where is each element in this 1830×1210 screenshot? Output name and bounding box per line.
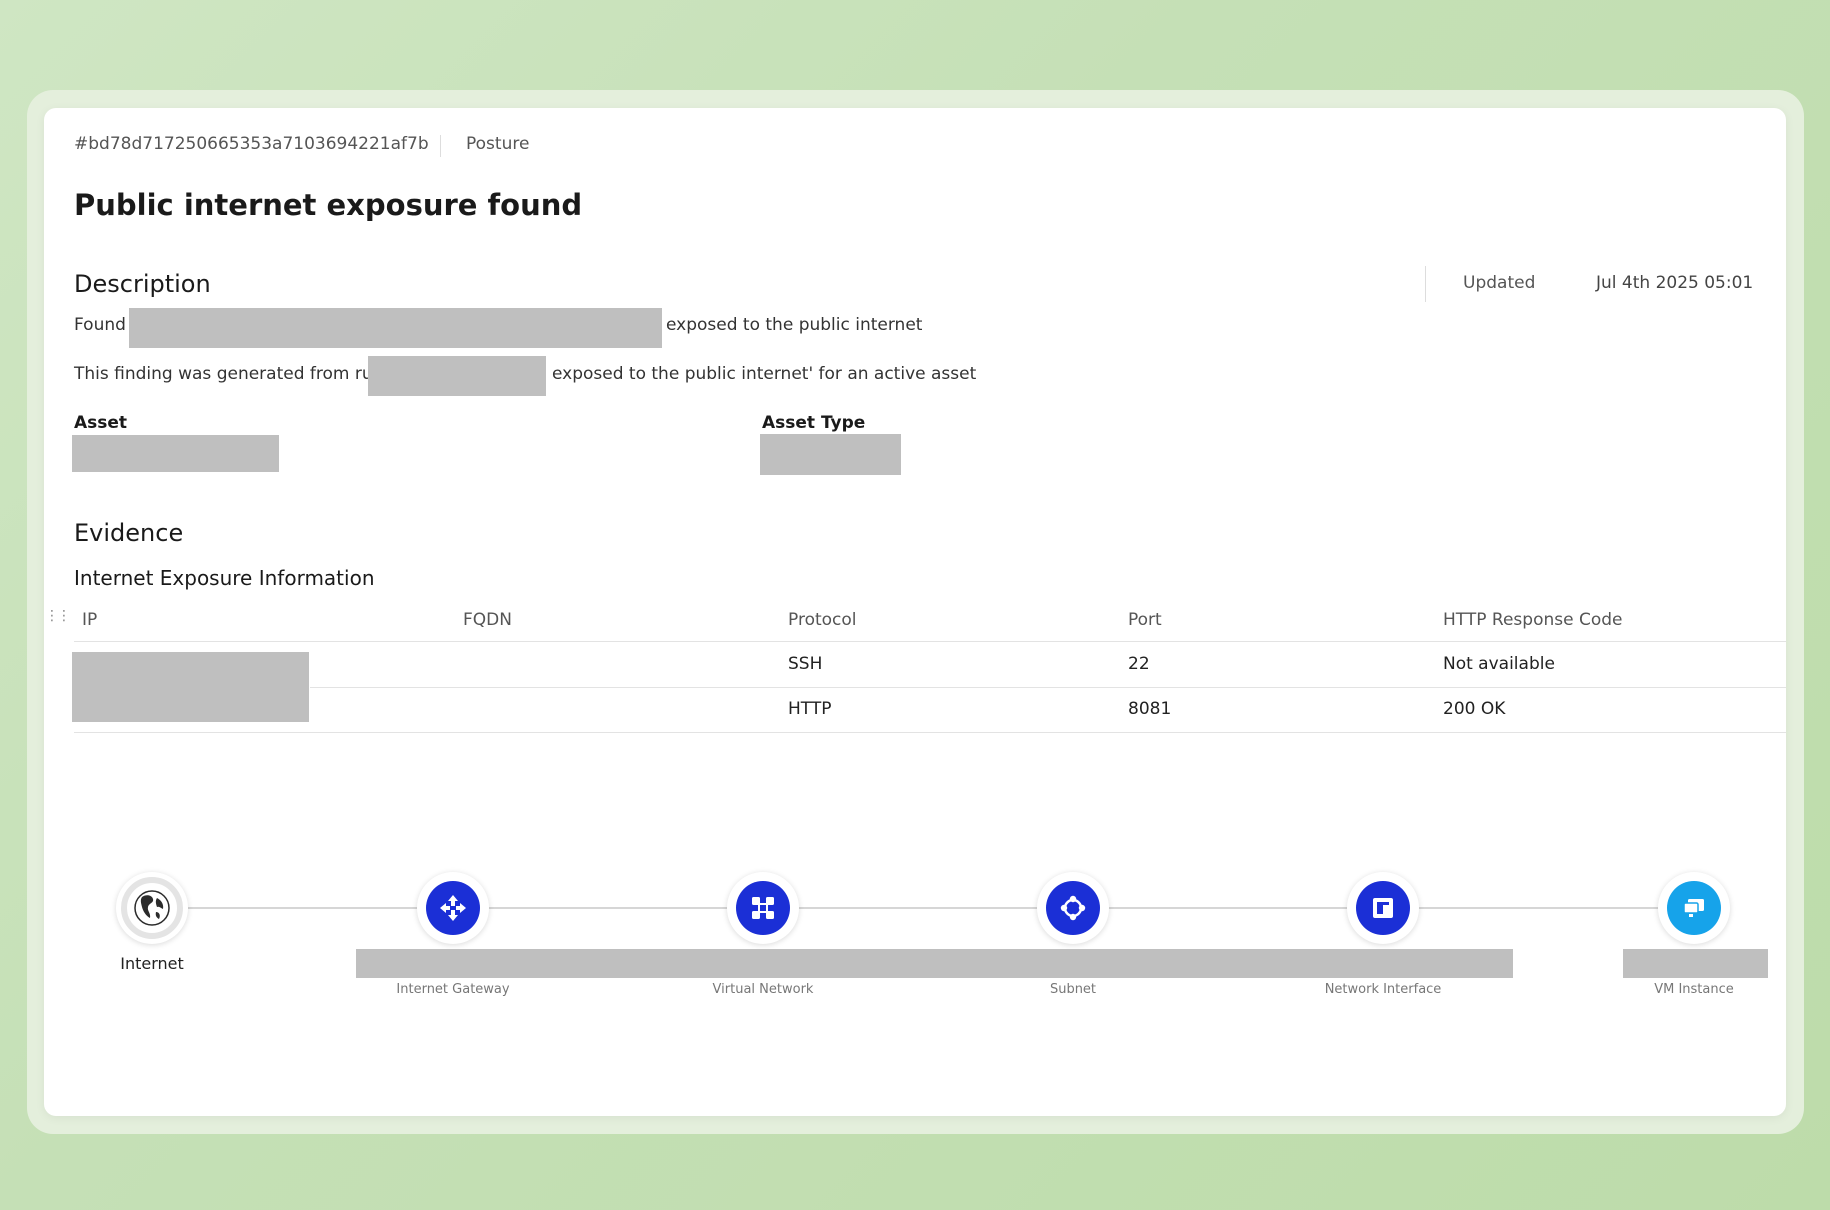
exposure-subheading: Internet Exposure Information <box>74 566 375 590</box>
page-title: Public internet exposure found <box>74 188 583 222</box>
path-node-virtual-network[interactable] <box>727 872 799 944</box>
updated-divider <box>1425 266 1426 302</box>
divider <box>440 135 441 157</box>
description-line1-suffix: exposed to the public internet <box>666 315 923 335</box>
header-divider <box>74 641 1786 642</box>
vm-icon <box>1683 899 1704 917</box>
globe-icon <box>134 890 170 926</box>
column-header-response[interactable]: HTTP Response Code <box>1443 610 1622 630</box>
path-label-internet: Internet <box>120 954 184 973</box>
column-header-port[interactable]: Port <box>1128 610 1162 630</box>
path-label-network-interface: Network Interface <box>1324 982 1442 997</box>
finding-id: #bd78d717250665353a7103694221af7b <box>74 134 429 154</box>
evidence-heading: Evidence <box>74 519 184 547</box>
description-heading: Description <box>74 270 211 298</box>
path-label-subnet: Subnet <box>1049 982 1097 997</box>
updated-value: Jul 4th 2025 05:01 <box>1596 273 1754 293</box>
path-node-subnet[interactable] <box>1037 872 1109 944</box>
redacted-block <box>356 949 1513 978</box>
cell-protocol: SSH <box>788 654 823 674</box>
cell-response: 200 OK <box>1443 699 1506 719</box>
description-line2-prefix: This finding was generated from rule <box>74 364 388 384</box>
redacted-block <box>129 308 662 348</box>
gateway-icon <box>440 895 466 921</box>
path-label-internet-gateway: Internet Gateway <box>396 982 510 997</box>
path-node-internet[interactable] <box>116 872 188 944</box>
description-line2-suffix: exposed to the public internet' for an a… <box>552 364 977 384</box>
path-node-network-interface[interactable] <box>1347 872 1419 944</box>
updated-label: Updated <box>1463 273 1536 293</box>
asset-type-label: Asset Type <box>762 413 866 433</box>
redacted-block <box>72 435 279 472</box>
drag-handle-icon[interactable]: ⋮⋮ <box>45 609 71 623</box>
row-divider <box>310 687 1786 688</box>
cell-port: 8081 <box>1128 699 1172 719</box>
redacted-block <box>760 434 901 475</box>
description-line1-prefix: Found <box>74 315 126 335</box>
path-label-virtual-network: Virtual Network <box>712 982 814 997</box>
category-tag: Posture <box>466 134 530 154</box>
finding-card: #bd78d717250665353a7103694221af7b Postur… <box>44 108 1786 1116</box>
column-header-ip[interactable]: IP <box>82 610 97 630</box>
path-label-vm-instance: VM Instance <box>1654 982 1734 997</box>
redacted-block <box>1623 949 1768 978</box>
nic-icon <box>1373 898 1393 918</box>
redacted-ip <box>72 652 309 722</box>
cell-response: Not available <box>1443 654 1555 674</box>
asset-label: Asset <box>74 413 128 433</box>
row-divider <box>74 732 1786 733</box>
cell-protocol: HTTP <box>788 699 832 719</box>
network-icon <box>752 897 774 919</box>
path-node-vm-instance[interactable] <box>1658 872 1730 944</box>
path-connector <box>188 907 1702 909</box>
path-node-internet-gateway[interactable] <box>417 872 489 944</box>
subnet-icon <box>1060 895 1086 921</box>
column-header-fqdn[interactable]: FQDN <box>463 610 512 630</box>
column-header-protocol[interactable]: Protocol <box>788 610 857 630</box>
cell-port: 22 <box>1128 654 1150 674</box>
redacted-block <box>368 356 546 396</box>
